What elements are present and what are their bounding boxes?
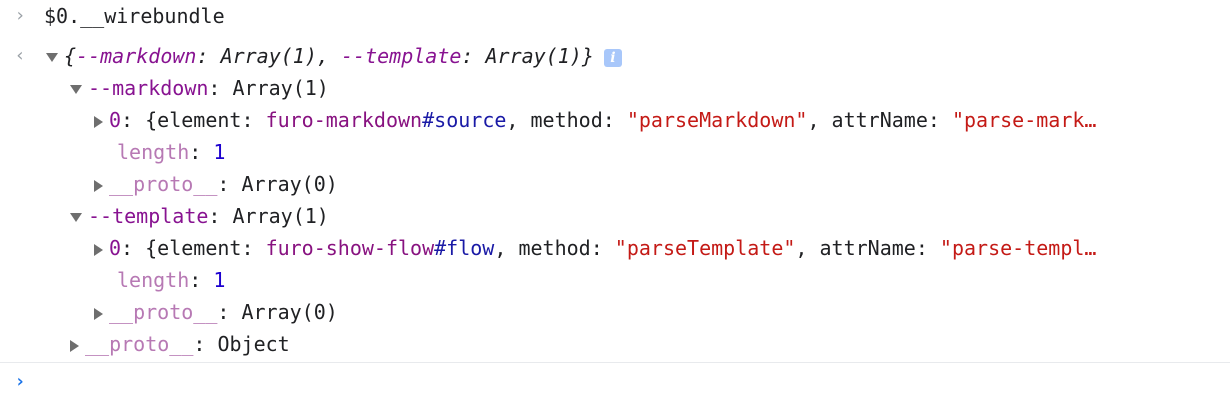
expand-caret-icon[interactable] bbox=[70, 213, 82, 222]
property-colon: : bbox=[217, 300, 242, 324]
return-arrow-icon: ‹ bbox=[14, 45, 26, 66]
tree-row-markdown-content: --markdown: Array(1) bbox=[70, 72, 329, 104]
item-index: 0 bbox=[109, 108, 122, 132]
result-summary[interactable]: {--markdown: Array(1), --template: Array… bbox=[64, 44, 594, 68]
property-colon: : bbox=[217, 172, 242, 196]
summary-key-template: --template bbox=[340, 44, 462, 68]
summary-colon: : bbox=[196, 44, 221, 68]
console-divider bbox=[0, 362, 1230, 363]
property-colon: : bbox=[189, 140, 214, 164]
property-colon: : bbox=[208, 204, 233, 228]
info-icon[interactable]: i bbox=[603, 48, 622, 67]
property-value: 1 bbox=[213, 140, 226, 164]
property-key: __proto__ bbox=[85, 332, 194, 356]
property-key: length bbox=[117, 268, 190, 292]
property-colon: : bbox=[189, 268, 214, 292]
property-key: __proto__ bbox=[109, 300, 218, 324]
template-length-content: length: 1 bbox=[117, 264, 225, 296]
command-text: $0.__wirebundle bbox=[44, 4, 225, 28]
property-key: --template bbox=[88, 204, 209, 228]
item-mid1: , method: bbox=[506, 108, 627, 132]
method-value: "parseTemplate" bbox=[614, 236, 796, 260]
summary-close: } bbox=[581, 44, 594, 68]
item-open: {element: bbox=[145, 108, 266, 132]
summary-colon: : bbox=[461, 44, 486, 68]
markdown-item-0-content: 0: {element: furo-markdown#source, metho… bbox=[94, 104, 1204, 136]
tree-row-template-content: --template: Array(1) bbox=[70, 200, 329, 232]
collapsed-caret-icon[interactable] bbox=[94, 243, 103, 256]
method-value: "parseMarkdown" bbox=[626, 108, 808, 132]
template-proto-content: __proto__: Array(0) bbox=[94, 296, 338, 328]
property-value: Object bbox=[217, 332, 290, 356]
element-tag[interactable]: furo-show-flow bbox=[266, 236, 435, 260]
property-value: Array(1) bbox=[232, 76, 329, 100]
collapsed-caret-icon[interactable] bbox=[94, 115, 103, 128]
summary-open: { bbox=[64, 44, 77, 68]
property-key: length bbox=[117, 140, 190, 164]
console-input[interactable] bbox=[44, 366, 1204, 398]
summary-separator: , bbox=[316, 44, 341, 68]
collapsed-caret-icon[interactable] bbox=[70, 339, 79, 352]
property-colon: : bbox=[208, 76, 233, 100]
element-tag[interactable]: furo-markdown bbox=[266, 108, 423, 132]
input-prompt-chevron-icon: › bbox=[14, 371, 26, 392]
item-mid2: , attrName: bbox=[795, 236, 940, 260]
property-value: Array(0) bbox=[241, 172, 338, 196]
element-id[interactable]: #flow bbox=[434, 236, 494, 260]
summary-value-markdown: Array(1) bbox=[220, 44, 317, 68]
expand-caret-icon[interactable] bbox=[46, 53, 58, 62]
property-key: --markdown bbox=[88, 76, 209, 100]
property-colon: : bbox=[193, 332, 218, 356]
property-value: 1 bbox=[213, 268, 226, 292]
item-mid1: , method: bbox=[494, 236, 615, 260]
property-key: __proto__ bbox=[109, 172, 218, 196]
expand-caret-icon[interactable] bbox=[70, 85, 82, 94]
property-colon: : bbox=[121, 108, 146, 132]
item-mid2: , attrName: bbox=[807, 108, 952, 132]
element-id[interactable]: #source bbox=[422, 108, 506, 132]
item-open: {element: bbox=[145, 236, 266, 260]
property-value: Array(1) bbox=[232, 204, 329, 228]
prompt-chevron-icon: › bbox=[14, 5, 26, 26]
summary-key-markdown: --markdown bbox=[76, 44, 197, 68]
collapsed-caret-icon[interactable] bbox=[94, 307, 103, 320]
attr-value: "parse-templ… bbox=[939, 236, 1097, 260]
attr-value: "parse-mark… bbox=[951, 108, 1097, 132]
result-summary-row: {--markdown: Array(1), --template: Array… bbox=[46, 40, 622, 72]
property-value: Array(0) bbox=[241, 300, 338, 324]
markdown-proto-content: __proto__: Array(0) bbox=[94, 168, 338, 200]
template-item-0-content: 0: {element: furo-show-flow#flow, method… bbox=[94, 232, 1204, 264]
summary-value-template: Array(1) bbox=[485, 44, 582, 68]
markdown-length-content: length: 1 bbox=[117, 136, 225, 168]
root-proto-content: __proto__: Object bbox=[70, 328, 290, 360]
collapsed-caret-icon[interactable] bbox=[94, 179, 103, 192]
item-index: 0 bbox=[109, 236, 122, 260]
property-colon: : bbox=[121, 236, 146, 260]
